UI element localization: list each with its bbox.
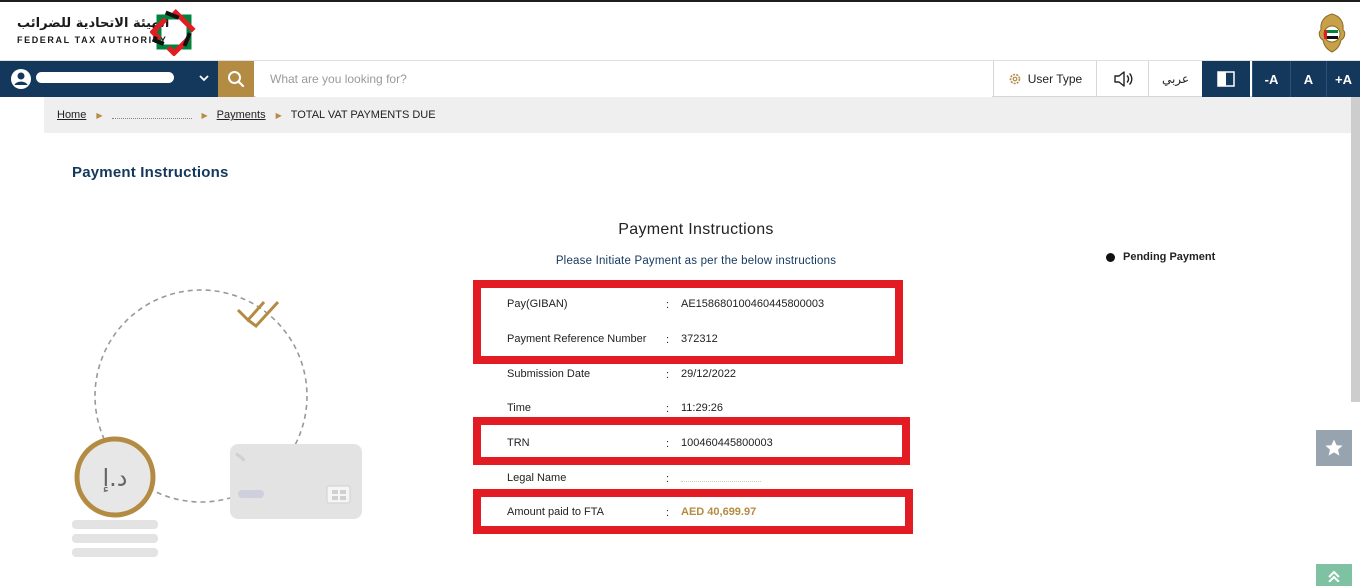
status-label: Pending Payment bbox=[1123, 251, 1216, 263]
scrollbar[interactable] bbox=[1351, 97, 1360, 402]
payment-status: Pending Payment bbox=[1106, 251, 1215, 263]
status-dot-icon bbox=[1106, 252, 1115, 262]
breadcrumb-arrow-icon: ▶ bbox=[201, 110, 208, 120]
user-name-redacted bbox=[36, 72, 174, 83]
detail-label: Legal Name bbox=[507, 472, 567, 484]
user-type-label: User Type bbox=[1027, 72, 1083, 86]
detail-colon: : bbox=[666, 334, 670, 346]
speaker-icon bbox=[1113, 71, 1132, 87]
uae-emblem-icon bbox=[1314, 10, 1350, 61]
detail-label: Pay(GIBAN) bbox=[507, 298, 568, 310]
gear-icon bbox=[1009, 73, 1021, 85]
breadcrumb: Home ▶ ▶ Payments ▶ TOTAL VAT PAYMENTS D… bbox=[44, 97, 1360, 133]
search-input[interactable] bbox=[256, 61, 992, 97]
breadcrumb-redacted[interactable] bbox=[111, 111, 192, 119]
breadcrumb-arrow-icon: ▶ bbox=[96, 110, 103, 120]
search-icon bbox=[228, 71, 245, 88]
coin-currency-symbol: د.إ bbox=[103, 464, 128, 493]
text-to-speech-button[interactable] bbox=[1096, 61, 1148, 97]
font-normal-button[interactable]: A bbox=[1290, 61, 1326, 97]
contrast-toggle[interactable] bbox=[1202, 61, 1250, 97]
chevron-down-icon[interactable] bbox=[198, 72, 210, 84]
detail-value: 100460445800003 bbox=[681, 437, 773, 449]
detail-label: Payment Reference Number bbox=[507, 333, 647, 345]
breadcrumb-current: TOTAL VAT PAYMENTS DUE bbox=[290, 109, 436, 121]
detail-value-redacted bbox=[681, 472, 761, 482]
detail-colon: : bbox=[666, 473, 670, 485]
fta-logo[interactable]: الهيئة الاتحادية للضرائب FEDERAL TAX AUT… bbox=[16, 8, 206, 58]
language-toggle[interactable]: عربي bbox=[1148, 61, 1202, 97]
contrast-icon bbox=[1217, 71, 1235, 87]
detail-label: Submission Date bbox=[507, 368, 591, 380]
highlight-box-giban bbox=[473, 280, 903, 364]
main-navbar: User Type عربي -A A +A bbox=[0, 61, 1360, 97]
top-header: الهيئة الاتحادية للضرائب FEDERAL TAX AUT… bbox=[0, 0, 1360, 61]
detail-colon: : bbox=[666, 507, 670, 519]
instructions-subtitle: Please Initiate Payment as per the below… bbox=[555, 255, 837, 267]
detail-label: Time bbox=[507, 402, 532, 414]
detail-colon: : bbox=[666, 403, 670, 415]
font-increase-button[interactable]: +A bbox=[1326, 61, 1360, 97]
detail-value: AE158680100460445800003 bbox=[681, 298, 825, 310]
brand-name-english: FEDERAL TAX AUTHORITY bbox=[17, 35, 168, 45]
star-icon bbox=[1325, 439, 1343, 456]
payment-illustration-graphic: د.إ bbox=[72, 289, 362, 557]
favorite-button[interactable] bbox=[1316, 430, 1352, 466]
instructions-title: Payment Instructions bbox=[618, 221, 774, 238]
chevron-up-icon bbox=[1328, 570, 1340, 582]
search-button[interactable] bbox=[218, 61, 254, 97]
detail-colon: : bbox=[666, 299, 670, 311]
detail-value-amount: AED 40,699.97 bbox=[681, 506, 757, 518]
user-type-button[interactable]: User Type bbox=[993, 61, 1096, 97]
detail-value: 11:29:26 bbox=[681, 402, 724, 414]
detail-colon: : bbox=[666, 369, 670, 381]
font-decrease-button[interactable]: -A bbox=[1252, 61, 1290, 97]
detail-label: TRN bbox=[507, 437, 530, 449]
fta-star-logo-icon bbox=[150, 8, 198, 56]
detail-value: 372312 bbox=[681, 333, 718, 345]
user-avatar-icon bbox=[11, 69, 31, 89]
breadcrumb-home[interactable]: Home bbox=[57, 109, 86, 121]
page-title: Payment Instructions bbox=[72, 164, 229, 181]
scroll-to-top-button[interactable] bbox=[1316, 564, 1352, 586]
brand-name-arabic: الهيئة الاتحادية للضرائب bbox=[17, 16, 170, 31]
user-menu[interactable] bbox=[0, 61, 218, 97]
double-check-icon bbox=[236, 300, 280, 329]
detail-label: Amount paid to FTA bbox=[507, 506, 605, 518]
payment-illustration: د.إ bbox=[60, 280, 380, 570]
breadcrumb-arrow-icon: ▶ bbox=[275, 110, 282, 120]
detail-value: 29/12/2022 bbox=[681, 368, 737, 380]
breadcrumb-payments[interactable]: Payments bbox=[217, 109, 266, 121]
detail-colon: : bbox=[666, 438, 670, 450]
